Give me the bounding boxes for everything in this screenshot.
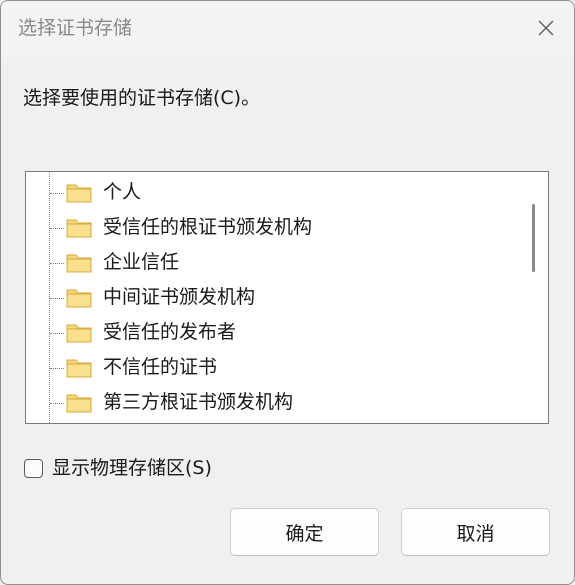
tree-item-trusted-publishers[interactable]: 受信任的发布者 (26, 315, 516, 350)
tree-item-intermediate-ca[interactable]: 中间证书颁发机构 (26, 280, 516, 315)
cancel-button[interactable]: 取消 (401, 508, 550, 556)
tree-item-third-party-root-ca[interactable]: 第三方根证书颁发机构 (26, 385, 516, 420)
folder-icon (66, 359, 92, 378)
show-physical-stores-option[interactable]: 显示物理存储区(S) (24, 455, 212, 481)
folder-icon (66, 254, 92, 273)
close-button[interactable] (530, 12, 562, 44)
tree-item-personal[interactable]: 个人 (26, 175, 516, 210)
certificate-store-tree[interactable]: 个人 受信任的根证书颁发机构 企业信任 中间证书颁发机构 受信任的发布者 不信任… (25, 171, 549, 424)
folder-icon (66, 324, 92, 343)
tree-item-enterprise-trust[interactable]: 企业信任 (26, 245, 516, 280)
tree-item-label: 受信任的根证书颁发机构 (103, 216, 313, 238)
folder-icon (66, 184, 92, 203)
tree-item-untrusted-certificates[interactable]: 不信任的证书 (26, 350, 516, 385)
scrollbar-thumb[interactable] (532, 204, 535, 272)
tree-item-label: 个人 (103, 181, 142, 203)
close-icon (538, 20, 554, 36)
folder-icon (66, 289, 92, 308)
instruction-label: 选择要使用的证书存储(C)。 (23, 87, 261, 109)
window-title: 选择证书存储 (18, 17, 133, 39)
tree-item-label: 受信任的发布者 (103, 321, 237, 343)
title-bar: 选择证书存储 (1, 1, 574, 57)
show-physical-stores-label: 显示物理存储区(S) (52, 457, 212, 479)
show-physical-stores-checkbox[interactable] (24, 458, 43, 478)
folder-icon (66, 394, 92, 413)
tree-item-label: 企业信任 (103, 251, 180, 273)
select-certificate-store-dialog: 选择证书存储 选择要使用的证书存储(C)。 个人 受信任的根证书颁发机构 企业信… (0, 0, 575, 585)
folder-icon (66, 219, 92, 238)
tree-item-label: 第三方根证书颁发机构 (103, 391, 294, 413)
tree-item-trusted-root-ca[interactable]: 受信任的根证书颁发机构 (26, 210, 516, 245)
ok-button[interactable]: 确定 (230, 508, 379, 556)
tree-item-label: 不信任的证书 (103, 356, 218, 378)
tree-scrollbar[interactable] (520, 172, 548, 423)
tree-item-label: 中间证书颁发机构 (103, 286, 256, 308)
